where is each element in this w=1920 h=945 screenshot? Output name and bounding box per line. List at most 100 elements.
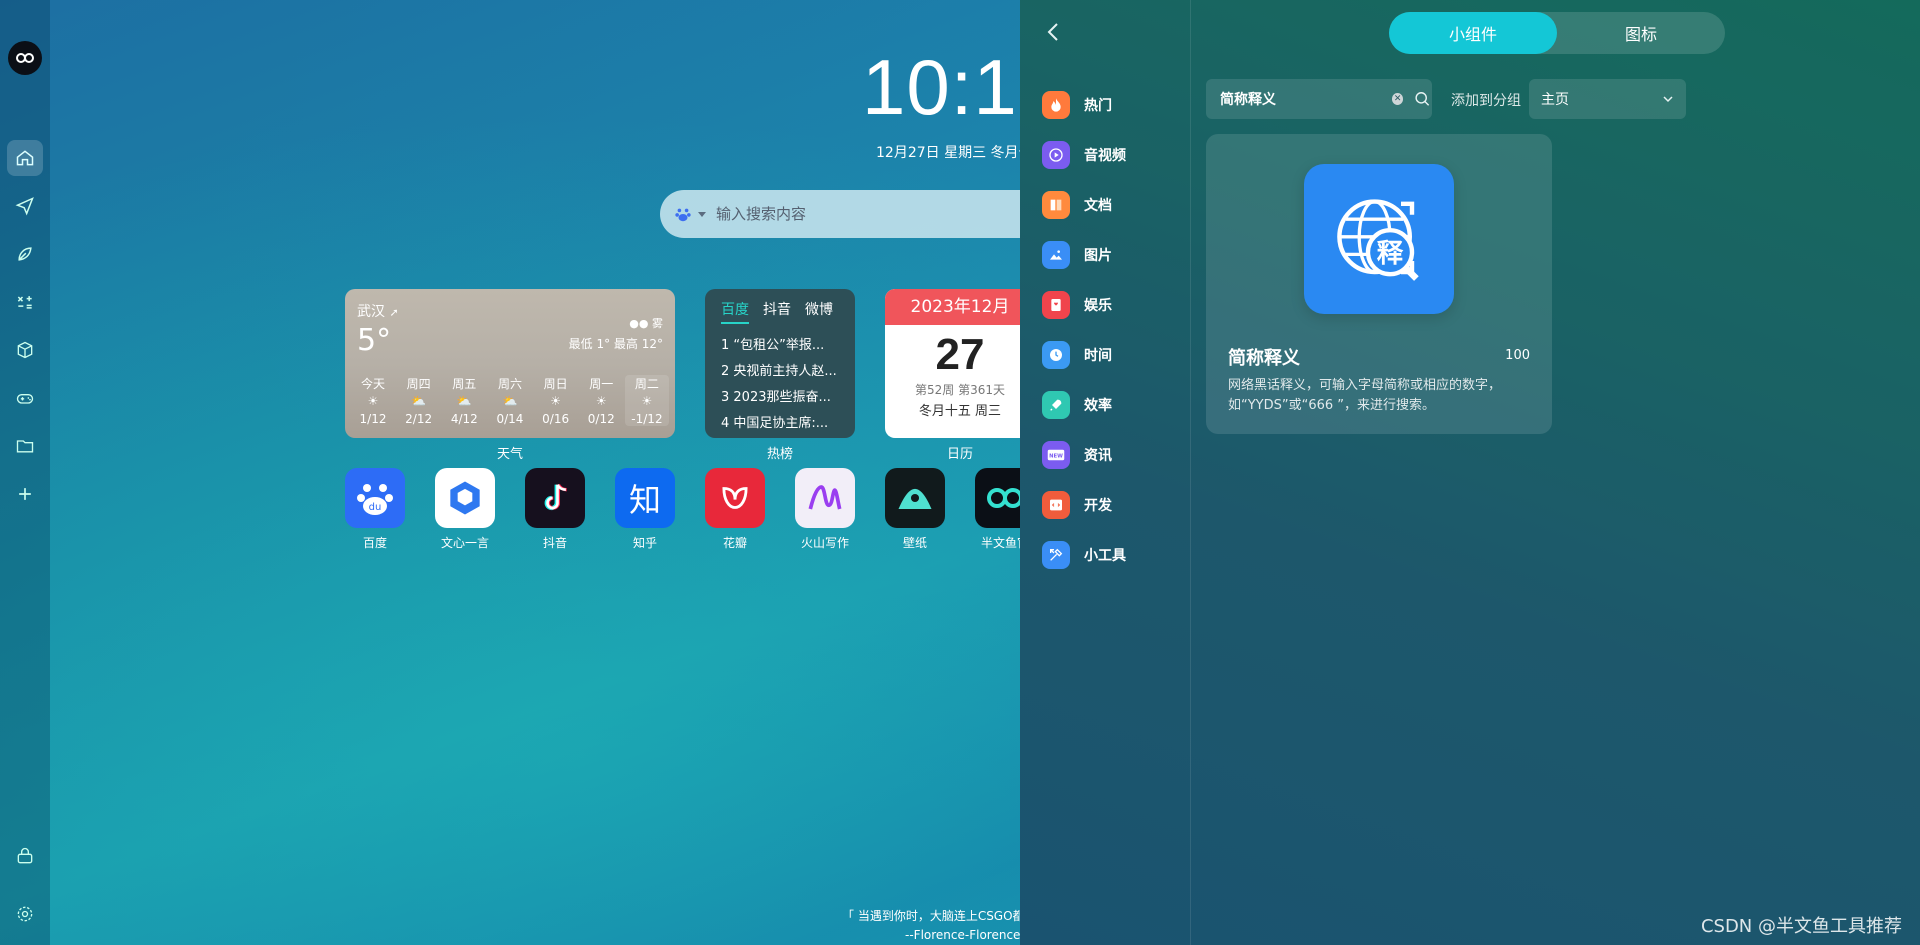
hot-list-widget[interactable]: 百度 抖音 微博 1 “包租公”举报... 2 央视前主持人赵... 3 202… [705, 289, 855, 438]
add-icon[interactable] [7, 476, 43, 512]
calendar-label: 日历 [946, 447, 973, 462]
search-input[interactable] [714, 204, 1018, 224]
app-wallpaper[interactable]: 壁纸 [885, 468, 945, 551]
hot-tabs: 百度 抖音 微博 [705, 289, 855, 324]
weather-forecast: 今天 ☀ 1/12 周四 ⛅ 2/12 周五 ⛅ 4/12 周六 ⛅ 0/14 周日 ☀ 0/16 … [351, 375, 669, 426]
app-baidu[interactable]: du 百度 [345, 468, 405, 551]
clear-icon[interactable]: ✕ [1392, 93, 1404, 105]
category-time[interactable]: 时间 [1042, 330, 1126, 380]
app-huaban[interactable]: 花瓣 [705, 468, 765, 551]
calendar-lunar: 冬月十五 周三 [918, 404, 1002, 419]
baidu-icon: du [345, 468, 405, 528]
list-item[interactable]: 4 中国足协主席:... [721, 412, 849, 438]
back-chevron-icon[interactable] [1042, 20, 1066, 44]
engine-dropdown-icon[interactable] [698, 211, 706, 217]
folder-icon[interactable] [7, 428, 43, 464]
app-huoshan[interactable]: 火山写作 [795, 468, 855, 551]
forecast-day: 周五 ⛅ 4/12 [442, 375, 486, 426]
panel-divider [1190, 0, 1191, 945]
widget-card[interactable]: 释 简称释义 100 网络黑话释义，可输入字母简称或相应的数字，如“YYDS”或… [1206, 134, 1552, 434]
quote-text: 「 当遇到你时，大脑连上CSGO都 [842, 909, 1025, 923]
weather-widget[interactable]: 武汉 ➚ 5° ●● 雾 最低 1° 最高 12° 今天 ☀ 1/12 周四 ⛅ 2/1… [345, 289, 675, 438]
forecast-day: 周二 ☀ -1/12 [624, 375, 669, 426]
group-select[interactable]: 主页 [1529, 79, 1686, 119]
wenxin-icon [435, 468, 495, 528]
fog-icon: ●● [629, 317, 649, 330]
app-grid: du 百度 文心一言 抖音 知 知乎 花瓣 火山写作 壁纸 半文鱼官 [345, 468, 1035, 551]
forecast-day: 周六 ⛅ 0/14 [488, 375, 532, 426]
widget-search-box: ✕ [1206, 79, 1432, 119]
sun-icon: ☀ [641, 394, 653, 408]
card-title: 简称释义 [1228, 348, 1300, 369]
list-item[interactable]: 1 “包租公”举报... [721, 334, 849, 360]
category-efficiency[interactable]: 效率 [1042, 380, 1126, 430]
category-hot[interactable]: 热门 [1042, 80, 1126, 130]
calendar-widget[interactable]: 2023年12月 27 第52周 第361天 冬月十五 周三 [885, 289, 1035, 438]
app-zhihu[interactable]: 知 知乎 [615, 468, 675, 551]
hot-items: 1 “包租公”举报... 2 央视前主持人赵... 3 2023那些振奋... … [705, 324, 855, 438]
watermark-text: CSDN @半文鱼工具推荐 [1700, 916, 1902, 937]
card-count: 100 [1505, 348, 1530, 363]
gamepad-icon[interactable] [7, 380, 43, 416]
category-document[interactable]: 文档 [1042, 180, 1126, 230]
home-icon[interactable] [7, 140, 43, 176]
clock-time: 10:1 [862, 43, 1018, 131]
clock-date: 12月27日 星期三 冬月十 [876, 145, 1033, 161]
tab-douyin[interactable]: 抖音 [763, 299, 791, 324]
sun-icon: ☀ [595, 394, 607, 408]
tab-widgets[interactable]: 小组件 [1389, 12, 1557, 54]
forecast-day: 周一 ☀ 0/12 [579, 375, 623, 426]
list-item[interactable]: 3 2023那些振奋... [721, 386, 849, 412]
app-wenxin[interactable]: 文心一言 [435, 468, 495, 551]
code-icon [1042, 491, 1070, 519]
category-image[interactable]: 图片 [1042, 230, 1126, 280]
rocket-icon [1042, 391, 1070, 419]
zhihu-icon: 知 [615, 468, 675, 528]
fire-icon [1042, 91, 1070, 119]
cloud-sun-icon: ⛅ [456, 394, 472, 408]
app-logo-icon[interactable] [8, 41, 42, 75]
tab-weibo[interactable]: 微博 [805, 299, 833, 324]
add-to-group-label: 添加到分组 [1451, 93, 1521, 109]
chevron-down-icon [1663, 96, 1673, 103]
category-entertainment[interactable]: 娱乐 [1042, 280, 1126, 330]
app-douyin[interactable]: 抖音 [525, 468, 585, 551]
search-bar [660, 190, 1080, 238]
sun-icon: ☀ [550, 394, 561, 408]
huoshan-icon [795, 468, 855, 528]
calculator-icon[interactable] [7, 284, 43, 320]
send-icon[interactable] [7, 188, 43, 224]
calendar-week: 第52周 第361天 [915, 383, 1005, 397]
lock-icon[interactable] [7, 838, 43, 874]
weather-temp: 5° [357, 323, 392, 358]
forecast-day: 周日 ☀ 0/16 [534, 375, 578, 426]
tab-icons[interactable]: 图标 [1557, 12, 1725, 54]
category-dev[interactable]: 开发 [1042, 480, 1126, 530]
widget-search-input[interactable] [1218, 90, 1382, 108]
search-icon[interactable] [1413, 89, 1432, 109]
category-news[interactable]: NEW 资讯 [1042, 430, 1126, 480]
group-select-value: 主页 [1541, 92, 1569, 108]
category-tools[interactable]: 小工具 [1042, 530, 1126, 580]
document-icon [1042, 191, 1070, 219]
settings-gear-icon[interactable] [7, 896, 43, 932]
category-video[interactable]: 音视频 [1042, 130, 1126, 180]
list-item[interactable]: 2 央视前主持人赵... [721, 360, 849, 386]
widget-panel: 热门 音视频 文档 图片 娱乐 时间 效率 NEW 资讯 开发 小工具 小组件 … [1020, 0, 1920, 945]
huaban-icon [705, 468, 765, 528]
forecast-day: 周四 ⛅ 2/12 [397, 375, 441, 426]
forecast-day: 今天 ☀ 1/12 [351, 375, 395, 426]
cube-icon[interactable] [7, 332, 43, 368]
video-icon [1042, 141, 1070, 169]
weather-condition: ●● 雾 [629, 317, 663, 330]
cloud-sun-icon: ⛅ [411, 394, 427, 408]
category-list: 热门 音视频 文档 图片 娱乐 时间 效率 NEW 资讯 开发 小工具 [1042, 80, 1126, 580]
segmented-control: 小组件 图标 [1389, 12, 1725, 54]
clock-icon [1042, 341, 1070, 369]
news-icon: NEW [1042, 441, 1070, 469]
entertainment-icon [1042, 291, 1070, 319]
tab-baidu[interactable]: 百度 [721, 299, 749, 324]
feather-icon[interactable] [7, 236, 43, 272]
sun-icon: ☀ [367, 394, 379, 408]
baidu-paw-icon[interactable] [674, 205, 692, 223]
